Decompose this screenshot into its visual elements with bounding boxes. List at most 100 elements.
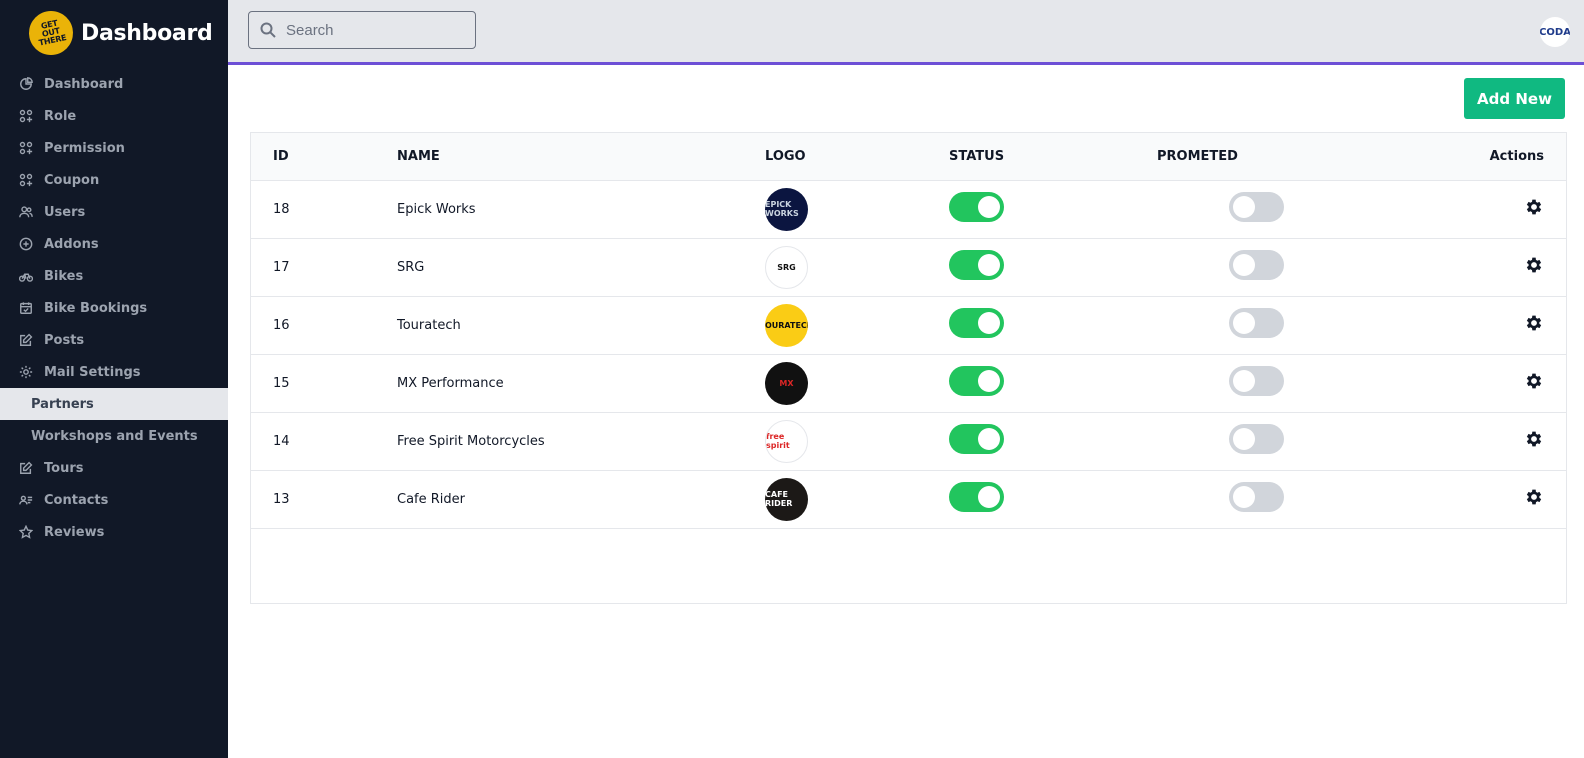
row-actions-cell — [1437, 354, 1566, 412]
search-box[interactable] — [248, 11, 476, 49]
partner-logo-text: free spirit — [766, 432, 790, 450]
contact-card-icon — [19, 493, 33, 507]
row-prometed-cell — [1157, 296, 1437, 354]
sidebar-item-label: Mail Settings — [44, 364, 141, 380]
row-prometed-cell — [1157, 354, 1437, 412]
row-logo-cell: CAFE RIDER — [765, 470, 949, 528]
prometed-toggle[interactable] — [1229, 366, 1284, 396]
toggle-knob — [1233, 254, 1255, 276]
sidebar-item-mail-settings[interactable]: Mail Settings — [0, 356, 228, 388]
row-id: 16 — [273, 317, 290, 333]
search-input[interactable] — [286, 21, 466, 39]
sidebar-item-users[interactable]: Users — [0, 196, 228, 228]
settings-gear-icon[interactable] — [1524, 315, 1544, 337]
status-toggle[interactable] — [949, 482, 1004, 512]
status-toggle[interactable] — [949, 308, 1004, 338]
row-id: 14 — [273, 433, 290, 449]
column-header-logo[interactable]: LOGO — [765, 133, 949, 181]
settings-gear-icon[interactable] — [1524, 431, 1544, 453]
partner-logo: EPICK WORKS — [765, 187, 808, 231]
sidebar-subitem-partners[interactable]: Partners — [0, 388, 228, 420]
settings-gear-icon[interactable] — [1524, 257, 1544, 279]
sidebar-item-tours[interactable]: Tours — [0, 452, 228, 484]
sidebar-item-label: Users — [44, 204, 86, 220]
partner-logo: free spirit — [765, 419, 808, 463]
prometed-toggle[interactable] — [1229, 250, 1284, 280]
row-prometed-cell — [1157, 238, 1437, 296]
prometed-toggle[interactable] — [1229, 424, 1284, 454]
table-row: 18 Epick Works EPICK WORKS — [251, 180, 1566, 238]
table-header-row: ID NAME LOGO STATUS PROMETED Actions — [251, 133, 1566, 181]
sidebar-subitem-workshops-events[interactable]: Workshops and Events — [0, 420, 228, 452]
sidebar-item-bike-bookings[interactable]: Bike Bookings — [0, 292, 228, 324]
status-toggle[interactable] — [949, 192, 1004, 222]
settings-gear-icon[interactable] — [1524, 199, 1544, 221]
row-logo-cell: TOURATECH — [765, 296, 949, 354]
gear-icon — [19, 365, 33, 379]
toggle-knob — [978, 312, 1000, 334]
row-logo-cell: MX — [765, 354, 949, 412]
search-icon — [260, 22, 276, 38]
column-header-id[interactable]: ID — [251, 133, 397, 181]
prometed-toggle[interactable] — [1229, 308, 1284, 338]
add-new-button[interactable]: Add New — [1464, 78, 1565, 119]
sidebar-item-label: Contacts — [44, 492, 109, 508]
sidebar-item-label: Dashboard — [44, 76, 124, 92]
plus-circle-icon — [19, 237, 33, 251]
sidebar-item-posts[interactable]: Posts — [0, 324, 228, 356]
toggle-knob — [978, 486, 1000, 508]
row-status-cell — [949, 412, 1157, 470]
column-header-status[interactable]: STATUS — [949, 133, 1157, 181]
sidebar: GET OUT THERE Dashboard Dashboard Role P… — [0, 0, 228, 758]
status-toggle[interactable] — [949, 366, 1004, 396]
prometed-toggle[interactable] — [1229, 482, 1284, 512]
sidebar-item-label: Role — [44, 108, 77, 124]
row-actions-cell — [1437, 238, 1566, 296]
row-prometed-cell — [1157, 470, 1437, 528]
sidebar-item-reviews[interactable]: Reviews — [0, 516, 228, 548]
row-status-cell — [949, 180, 1157, 238]
row-name: Free Spirit Motorcycles — [397, 433, 545, 449]
table-row: 16 Touratech TOURATECH — [251, 296, 1566, 354]
calendar-check-icon — [19, 301, 33, 315]
brand[interactable]: GET OUT THERE Dashboard — [24, 6, 213, 60]
status-toggle[interactable] — [949, 250, 1004, 280]
brand-title: Dashboard — [81, 20, 213, 46]
grid-plus-icon — [19, 109, 33, 123]
sidebar-item-label: Bike Bookings — [44, 300, 148, 316]
row-status-cell — [949, 470, 1157, 528]
avatar[interactable]: CODA — [1540, 17, 1570, 47]
table-row: 17 SRG SRG — [251, 238, 1566, 296]
toggle-knob — [1233, 486, 1255, 508]
column-header-prometed[interactable]: PROMETED — [1157, 133, 1437, 181]
toggle-knob — [1233, 370, 1255, 392]
column-header-actions: Actions — [1437, 133, 1566, 181]
sidebar-item-bikes[interactable]: Bikes — [0, 260, 228, 292]
sidebar-item-addons[interactable]: Addons — [0, 228, 228, 260]
toggle-knob — [978, 428, 1000, 450]
sidebar-item-role[interactable]: Role — [0, 100, 228, 132]
row-id: 15 — [273, 375, 290, 391]
partner-logo-text: CAFE RIDER — [765, 490, 793, 508]
status-toggle[interactable] — [949, 424, 1004, 454]
sidebar-item-dashboard[interactable]: Dashboard — [0, 68, 228, 100]
row-id: 13 — [273, 491, 290, 507]
partner-logo: MX — [765, 361, 808, 405]
row-logo-cell: free spirit — [765, 412, 949, 470]
sidebar-item-contacts[interactable]: Contacts — [0, 484, 228, 516]
sidebar-item-permission[interactable]: Permission — [0, 132, 228, 164]
edit-icon — [19, 333, 33, 347]
sidebar-item-label: Posts — [44, 332, 85, 348]
settings-gear-icon[interactable] — [1524, 373, 1544, 395]
toggle-knob — [1233, 428, 1255, 450]
sidebar-item-coupon[interactable]: Coupon — [0, 164, 228, 196]
row-prometed-cell — [1157, 180, 1437, 238]
sidebar-item-label: Workshops and Events — [31, 428, 198, 444]
column-header-name[interactable]: NAME — [397, 133, 765, 181]
partner-logo: TOURATECH — [765, 303, 808, 347]
settings-gear-icon[interactable] — [1524, 489, 1544, 511]
sidebar-item-label: Addons — [44, 236, 99, 252]
bike-icon — [19, 269, 33, 283]
row-status-cell — [949, 296, 1157, 354]
prometed-toggle[interactable] — [1229, 192, 1284, 222]
